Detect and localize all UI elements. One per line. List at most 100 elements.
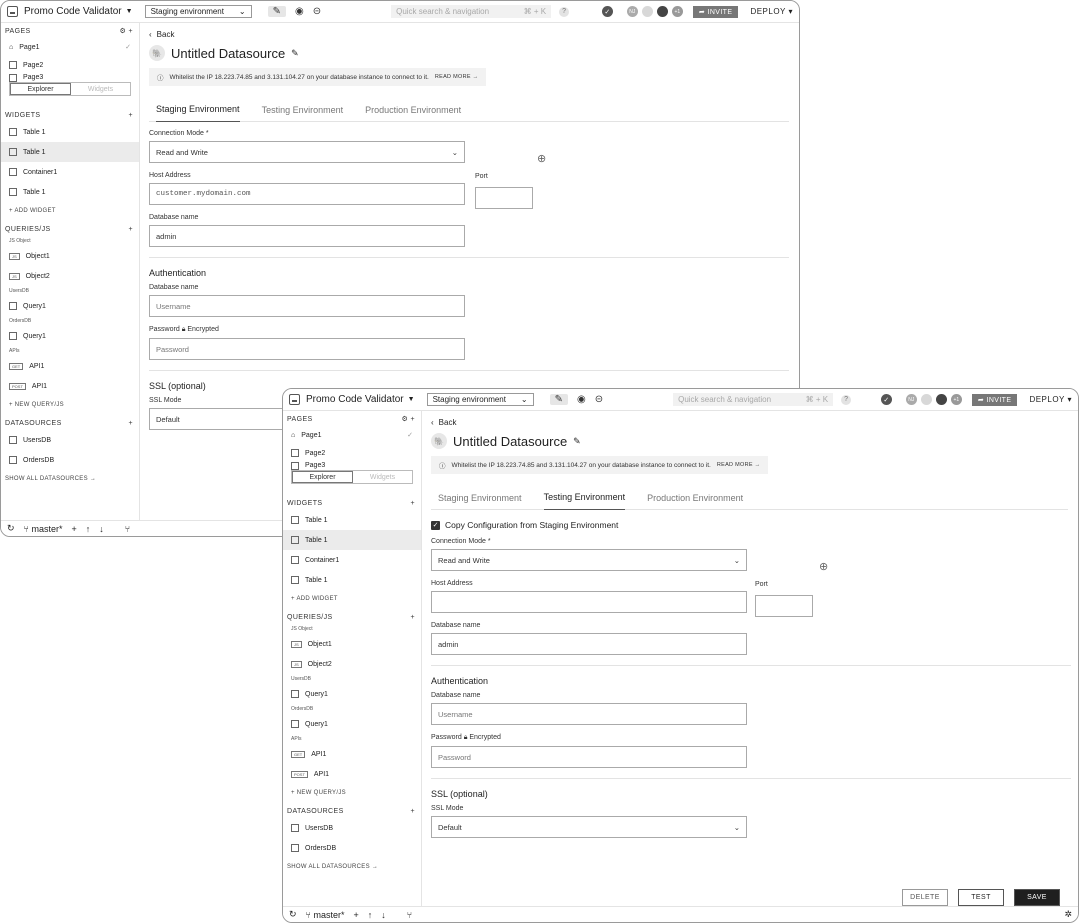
refresh-icon[interactable]: ↻ (7, 523, 15, 534)
refresh-icon[interactable]: ↻ (289, 909, 297, 920)
environment-select[interactable]: Staging environment ⌄ (144, 5, 252, 18)
username-input[interactable]: Username (431, 703, 747, 725)
app-name[interactable]: Promo Code Validator (24, 6, 122, 17)
port-input[interactable] (475, 187, 533, 209)
pages-actions[interactable]: ⚙ + (401, 415, 415, 423)
comments-icon[interactable]: ⊝ (595, 394, 603, 405)
username-input[interactable]: Username (149, 295, 465, 317)
avatar[interactable] (656, 6, 668, 17)
invite-button[interactable]: ➦ INVITE (692, 5, 739, 18)
search-input[interactable]: Quick search & navigation ⌘ + K (391, 5, 552, 18)
add-query-icon[interactable]: + (129, 226, 134, 233)
datasource-item[interactable]: UsersDB (283, 818, 421, 838)
save-button[interactable]: SAVE (1014, 889, 1060, 906)
chevron-down-icon[interactable]: ▼ (126, 8, 133, 15)
tab-production[interactable]: Production Environment (647, 486, 743, 510)
deploy-button[interactable]: DEPLOY ▾ (1029, 395, 1072, 404)
avatar[interactable]: NJ (905, 394, 917, 405)
connection-mode-select[interactable]: Read and Write ⌄ (149, 141, 465, 163)
merge-icon[interactable]: ⑂ (125, 524, 130, 534)
query-item[interactable]: GET API1 (283, 744, 421, 764)
query-item[interactable]: JS Object2 (283, 654, 421, 674)
pages-actions[interactable]: ⚙ + (119, 27, 133, 35)
preview-mode-icon[interactable]: ◉ (295, 6, 304, 17)
page-item[interactable]: ⌂ Page1 ✓ (1, 38, 139, 56)
avatar-more[interactable]: +1 (950, 394, 962, 405)
page-item[interactable]: Page2 (1, 56, 139, 74)
query-item[interactable]: JS Object1 (283, 634, 421, 654)
add-query-icon[interactable]: + (411, 614, 416, 621)
pencil-icon[interactable]: ✎ (573, 436, 581, 447)
page-item[interactable]: ⌂ Page1 ✓ (283, 426, 421, 444)
add-widget-icon[interactable]: + (411, 500, 416, 507)
query-item[interactable]: Query1 (283, 714, 421, 734)
plus-icon[interactable]: + (353, 910, 358, 920)
add-widget-link[interactable]: + ADD WIDGET (1, 202, 139, 220)
datasource-item[interactable]: OrdersDB (1, 450, 139, 470)
avatar[interactable] (935, 394, 947, 405)
query-item[interactable]: Query1 (1, 296, 139, 316)
checkbox-checked-icon[interactable]: ✓ (431, 520, 440, 530)
page-item[interactable]: Page3 (283, 462, 421, 470)
arrow-down-icon[interactable]: ↓ (99, 524, 104, 534)
back-link[interactable]: ‹ Back (431, 418, 1068, 427)
avatar[interactable] (641, 6, 653, 17)
host-input[interactable] (431, 591, 747, 613)
plus-icon[interactable]: + (71, 524, 76, 534)
app-name[interactable]: Promo Code Validator (306, 394, 404, 405)
new-query-link[interactable]: + NEW QUERY/JS (283, 784, 421, 802)
delete-button[interactable]: DELETE (902, 889, 948, 906)
port-input[interactable] (755, 595, 813, 617)
tab-staging[interactable]: Staging Environment (438, 486, 522, 510)
read-more-link[interactable]: READ MORE → (717, 462, 761, 468)
avatar[interactable]: NJ (626, 6, 638, 17)
app-logo-icon[interactable] (289, 394, 300, 405)
back-link[interactable]: ‹ Back (149, 30, 789, 39)
edit-mode-icon[interactable]: ✎ (267, 6, 286, 17)
tab-staging[interactable]: Staging Environment (156, 98, 240, 122)
tab-testing[interactable]: Testing Environment (262, 98, 344, 122)
tab-testing[interactable]: Testing Environment (543, 486, 626, 510)
deploy-button[interactable]: DEPLOY ▾ (750, 7, 793, 16)
new-query-link[interactable]: + NEW QUERY/JS (1, 396, 139, 414)
query-item[interactable]: Query1 (283, 684, 421, 704)
comments-icon[interactable]: ⊝ (313, 6, 321, 17)
add-circle-icon[interactable]: ⊕ (537, 152, 546, 165)
datasource-title[interactable]: Untitled Datasource (171, 46, 285, 61)
ssl-mode-select[interactable]: Default ⌄ (431, 816, 747, 838)
query-item[interactable]: POST API1 (283, 764, 421, 784)
arrow-up-icon[interactable]: ↑ (368, 910, 373, 920)
widget-item[interactable]: Table 1 (283, 530, 421, 550)
tab-production[interactable]: Production Environment (365, 98, 461, 122)
tab-explorer[interactable]: Explorer (10, 83, 71, 95)
show-all-datasources-link[interactable]: SHOW ALL DATASOURCES → (283, 858, 421, 876)
arrow-up-icon[interactable]: ↑ (86, 524, 91, 534)
add-widget-icon[interactable]: + (129, 112, 134, 119)
add-datasource-icon[interactable]: + (129, 420, 134, 427)
password-input[interactable]: Password (149, 338, 465, 360)
chevron-down-icon[interactable]: ▼ (408, 396, 415, 403)
query-item[interactable]: JS Object1 (1, 246, 139, 266)
query-item[interactable]: GET API1 (1, 356, 139, 376)
help-icon[interactable]: ? (559, 6, 570, 17)
edit-mode-icon[interactable]: ✎ (549, 394, 568, 405)
avatar-more[interactable]: +1 (671, 6, 683, 17)
query-item[interactable]: POST API1 (1, 376, 139, 396)
add-widget-link[interactable]: + ADD WIDGET (283, 590, 421, 608)
app-logo-icon[interactable] (7, 6, 18, 17)
widget-item[interactable]: Table 1 (283, 570, 421, 590)
connection-mode-select[interactable]: Read and Write ⌄ (431, 549, 747, 571)
pencil-icon[interactable]: ✎ (291, 48, 299, 59)
branch-icon[interactable]: ⑂ master* (306, 910, 345, 920)
invite-button[interactable]: ➦ INVITE (971, 393, 1018, 406)
widget-item[interactable]: Table 1 (1, 122, 139, 142)
help-icon[interactable]: ? (841, 394, 852, 405)
query-item[interactable]: Query1 (1, 326, 139, 346)
datasource-item[interactable]: OrdersDB (283, 838, 421, 858)
add-datasource-icon[interactable]: + (411, 808, 416, 815)
tab-widgets[interactable]: Widgets (71, 83, 130, 95)
preview-mode-icon[interactable]: ◉ (577, 394, 586, 405)
widget-item[interactable]: Table 1 (283, 510, 421, 530)
datasource-item[interactable]: UsersDB (1, 430, 139, 450)
dbname-input[interactable]: admin (149, 225, 465, 247)
